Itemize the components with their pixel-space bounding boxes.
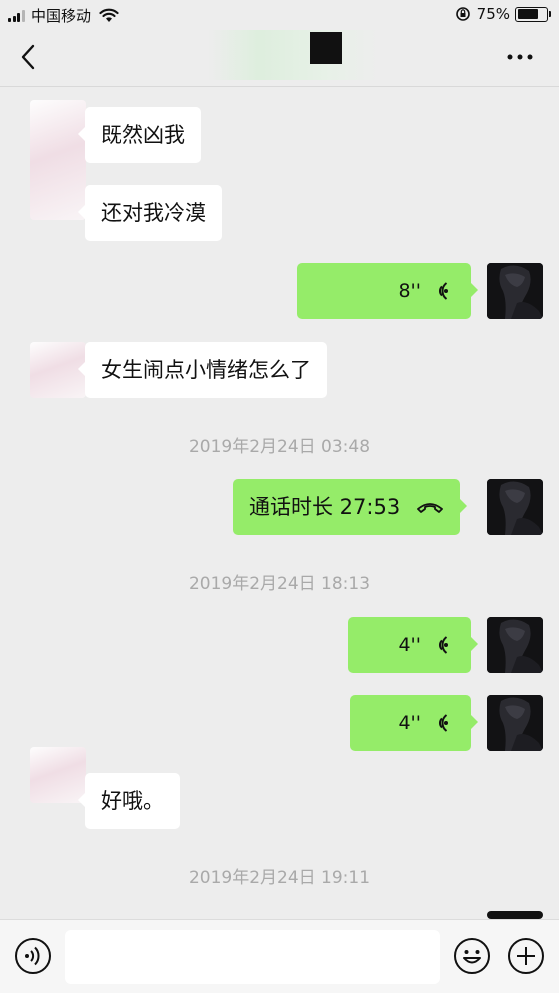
signal-icon: [8, 9, 26, 22]
call-record-outgoing[interactable]: 通话时长 27:53: [233, 479, 468, 535]
phone-hangup-icon: [417, 503, 444, 513]
avatar-contact[interactable]: [30, 100, 86, 220]
orientation-lock-icon: [455, 7, 470, 21]
avatar-self[interactable]: [487, 695, 543, 751]
wifi-icon: [99, 8, 119, 22]
voice-wave-icon: [439, 282, 448, 300]
battery-icon: [515, 6, 548, 22]
timestamp: 2019年2月24日 18:13: [188, 574, 371, 594]
timestamp: 2019年2月24日 19:11: [188, 868, 371, 888]
message-text: 好哦。: [101, 789, 164, 813]
message-text: 女生闹点小情绪怎么了: [101, 358, 311, 382]
status-right: 75%: [455, 5, 551, 23]
call-duration-text: 通话时长 27:53: [249, 495, 401, 519]
voice-duration: 4'': [398, 712, 421, 734]
avatar-self-image: [487, 263, 543, 319]
more-options-button[interactable]: [505, 47, 535, 67]
message-bubble-incoming[interactable]: 既然凶我: [78, 107, 201, 163]
voice-wave-icon: [439, 714, 448, 732]
voice-input-icon[interactable]: [14, 937, 52, 975]
nav-bar: [0, 30, 559, 86]
status-left: 中国移动: [8, 5, 119, 26]
timestamp: 2019年2月24日 03:48: [188, 437, 371, 457]
redacted-title-area: [208, 30, 378, 80]
voice-wave-icon: [439, 636, 448, 654]
message-bubble-incoming[interactable]: 好哦。: [78, 773, 180, 829]
avatar-self[interactable]: [487, 911, 543, 919]
voice-message-outgoing[interactable]: 4'': [350, 695, 478, 751]
message-text: 还对我冷漠: [101, 201, 206, 225]
message-text: 既然凶我: [101, 123, 185, 147]
avatar-self[interactable]: [487, 617, 543, 673]
plus-icon[interactable]: [507, 937, 545, 975]
voice-duration: 4'': [398, 634, 421, 656]
voice-message-outgoing[interactable]: 8'': [297, 263, 478, 319]
input-bar: [0, 919, 559, 993]
avatar-self-image: [487, 479, 543, 535]
avatar-self[interactable]: [487, 263, 543, 319]
message-bubble-incoming[interactable]: 女生闹点小情绪怎么了: [78, 342, 327, 398]
voice-duration: 8'': [398, 280, 421, 302]
voice-message-outgoing[interactable]: 4'': [348, 617, 478, 673]
message-input[interactable]: [65, 930, 440, 984]
status-bar: 中国移动 75%: [0, 0, 559, 30]
avatar-self-image: [487, 617, 543, 673]
back-button[interactable]: [14, 42, 44, 72]
redacted-title: [310, 32, 342, 64]
avatar-self-image: [487, 695, 543, 751]
battery-percent: 75%: [476, 5, 510, 23]
message-bubble-incoming[interactable]: 还对我冷漠: [78, 185, 222, 241]
chat-area[interactable]: 既然凶我 还对我冷漠 8'' 女生闹点小情绪怎么了 2019年2月24日 03:…: [0, 87, 559, 919]
emoji-icon[interactable]: [453, 937, 491, 975]
avatar-self[interactable]: [487, 479, 543, 535]
carrier-label: 中国移动: [31, 7, 92, 25]
